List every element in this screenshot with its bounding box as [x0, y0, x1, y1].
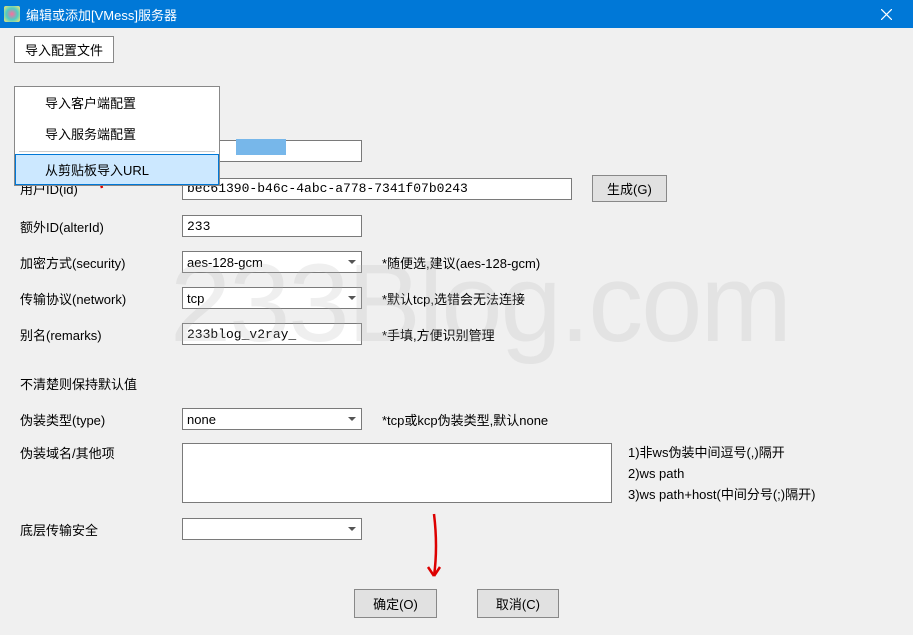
disguise-type-hint: *tcp或kcp伪装类型,默认none	[382, 410, 548, 429]
alter-id-input[interactable]	[182, 215, 362, 237]
remarks-label: 别名(remarks)	[20, 325, 182, 344]
tls-label: 底层传输安全	[20, 520, 182, 539]
security-select[interactable]: aes-128-gcm	[182, 251, 362, 273]
network-hint: *默认tcp,选错会无法连接	[382, 289, 525, 308]
user-id-input[interactable]	[182, 178, 572, 200]
network-label: 传输协议(network)	[20, 289, 182, 308]
disguise-domain-hints: 1)非ws伪装中间逗号(,)隔开 2)ws path 3)ws path+hos…	[628, 443, 815, 505]
alter-id-label: 额外ID(alterId)	[20, 217, 182, 236]
import-config-menu-button[interactable]: 导入配置文件	[14, 36, 114, 63]
disguise-hint-3: 3)ws path+host(中间分号(;)隔开)	[628, 485, 815, 506]
security-hint: *随便选,建议(aes-128-gcm)	[382, 253, 540, 272]
ok-button[interactable]: 确定(O)	[354, 589, 437, 618]
disguise-type-label: 伪装类型(type)	[20, 410, 182, 429]
remarks-hint: *手填,方便识别管理	[382, 325, 495, 344]
dropdown-separator	[19, 151, 215, 152]
close-button[interactable]	[864, 0, 909, 28]
disguise-domain-input[interactable]	[182, 443, 612, 503]
import-clipboard-url-item[interactable]: 从剪贴板导入URL	[15, 154, 219, 185]
disguise-hint-2: 2)ws path	[628, 464, 815, 485]
remarks-input[interactable]	[182, 323, 362, 345]
titlebar: 编辑或添加[VMess]服务器	[0, 0, 913, 28]
window-title: 编辑或添加[VMess]服务器	[26, 5, 864, 24]
disguise-type-select[interactable]: none	[182, 408, 362, 430]
network-select[interactable]: tcp	[182, 287, 362, 309]
app-icon	[4, 6, 20, 22]
address-field-highlight	[236, 139, 286, 155]
disguise-domain-label: 伪装域名/其他项	[20, 443, 182, 462]
import-client-config-item[interactable]: 导入客户端配置	[15, 87, 219, 118]
disguise-hint-1: 1)非ws伪装中间逗号(,)隔开	[628, 443, 815, 464]
keep-default-label: 不清楚则保持默认值	[0, 370, 913, 403]
security-label: 加密方式(security)	[20, 253, 182, 272]
generate-button[interactable]: 生成(G)	[592, 175, 667, 202]
tls-select[interactable]	[182, 518, 362, 540]
cancel-button[interactable]: 取消(C)	[477, 589, 559, 618]
import-config-dropdown: 导入客户端配置 导入服务端配置 从剪贴板导入URL	[14, 86, 220, 186]
import-server-config-item[interactable]: 导入服务端配置	[15, 118, 219, 149]
